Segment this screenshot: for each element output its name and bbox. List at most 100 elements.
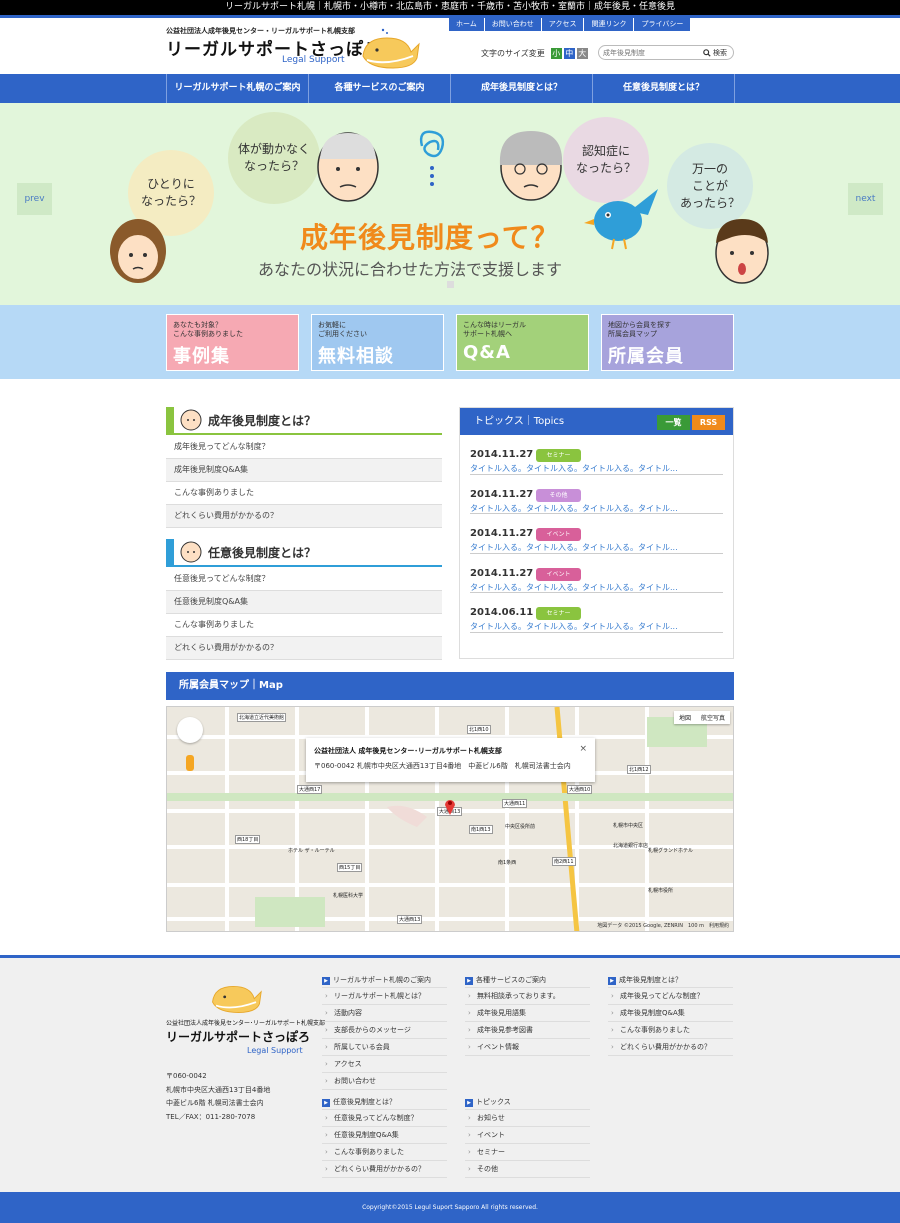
seinen-link-list: 成年後見ってどんな制度？ 成年後見制度Q&A集 こんな事例ありました どれくらい… (166, 436, 442, 528)
map-place-label: 大通西11 (502, 799, 528, 808)
util-nav-privacy[interactable]: プライバシー (634, 18, 690, 31)
map-type-map-button[interactable]: 地図 (674, 711, 696, 724)
site-logo-text[interactable]: リーガルサポートさっぽろ (166, 35, 382, 60)
nini-link-what[interactable]: 任意後見ってどんな制度？ (166, 568, 442, 591)
topic-item: 2014.11.27 セミナー タイトル入る。タイトル入る。タイトル入る。タイト… (470, 435, 723, 475)
close-icon[interactable]: × (579, 744, 587, 754)
whale-logo-icon[interactable] (357, 26, 423, 72)
slider-prev-button[interactable]: prev (17, 183, 52, 215)
map-place-label: 札幌市役所 (648, 888, 674, 894)
footer-link[interactable]: イベント (465, 1127, 590, 1144)
banner-free-consultation[interactable]: お気軽に ご利用ください 無料相談 (311, 314, 444, 371)
footer-link[interactable]: 所属している会員 (322, 1039, 447, 1056)
font-size-medium-button[interactable]: 中 (563, 48, 575, 59)
nini-link-qa[interactable]: 任意後見制度Q&A集 (166, 591, 442, 614)
nini-link-cases[interactable]: こんな事例ありました (166, 614, 442, 637)
footer-link[interactable]: 成年後見用語集 (465, 1005, 590, 1022)
footer-link[interactable]: セミナー (465, 1144, 590, 1161)
seinen-link-qa[interactable]: 成年後見制度Q&A集 (166, 459, 442, 482)
seinen-link-cases[interactable]: こんな事例ありました (166, 482, 442, 505)
map-section-heading: 所属会員マップ｜Map (166, 672, 734, 700)
footer-link[interactable]: お問い合わせ (322, 1073, 447, 1090)
seinen-link-what[interactable]: 成年後見ってどんな制度？ (166, 436, 442, 459)
hero-title: 成年後見制度って？ (300, 221, 560, 254)
banner-members-caption: 地図から会員を探す 所属会員マップ (608, 321, 671, 338)
topic-category-badge: その他 (536, 488, 581, 502)
topic-title-link[interactable]: タイトル入る。タイトル入る。タイトル入る。タイトル... (470, 582, 678, 593)
topic-title-link[interactable]: タイトル入る。タイトル入る。タイトル入る。タイトル... (470, 542, 678, 553)
topics-panel: トピックス｜Topics 一覧 RSS 2014.11.27 セミナー タイトル… (459, 407, 734, 659)
seinen-link-cost[interactable]: どれくらい費用がかかるの？ (166, 505, 442, 528)
search-icon (703, 48, 711, 57)
footer-col-heading[interactable]: リーガルサポート札幌のご案内 (322, 973, 447, 988)
search-input[interactable] (603, 48, 701, 57)
font-size-small-button[interactable]: 小 (550, 48, 562, 59)
map-marker-icon[interactable] (444, 797, 456, 815)
footer-link[interactable]: リーガルサポート札幌とは？ (322, 988, 447, 1005)
footer-link[interactable]: 成年後見参考図書 (465, 1022, 590, 1039)
topic-title-link[interactable]: タイトル入る。タイトル入る。タイトル入る。タイトル... (470, 463, 678, 474)
util-nav-links[interactable]: 関連リンク (584, 18, 635, 31)
street-view-pegman-icon[interactable] (186, 755, 194, 771)
nini-link-cost[interactable]: どれくらい費用がかかるの？ (166, 637, 442, 660)
map-type-satellite-button[interactable]: 航空写真 (696, 711, 730, 724)
topics-list-button[interactable]: 一覧 (657, 415, 690, 430)
util-nav-access[interactable]: アクセス (542, 18, 585, 31)
map-place-label: 北海道銀行本店 (613, 843, 649, 849)
rss-button[interactable]: RSS (692, 415, 725, 430)
map-place-label: 北1西12 (627, 765, 651, 774)
topic-title-link[interactable]: タイトル入る。タイトル入る。タイトル入る。タイトル... (470, 503, 678, 514)
slider-pagination-dot[interactable] (447, 281, 454, 288)
confused-scribble-icon (419, 130, 445, 186)
footer-link[interactable]: どれくらい費用がかかるの？ (322, 1161, 447, 1178)
util-nav-contact[interactable]: お問い合わせ (485, 18, 542, 31)
footer-link[interactable]: 無料相談承っております。 (465, 988, 590, 1005)
footer-link[interactable]: イベント情報 (465, 1039, 590, 1056)
member-map[interactable]: 北海道立近代美術館 大通西17 大通西13 大通西11 大通西10 南1西13 … (166, 706, 734, 932)
footer-link[interactable]: 成年後見制度Q&A集 (608, 1005, 733, 1022)
map-pan-control[interactable] (177, 717, 203, 743)
gnav-about[interactable]: リーガルサポート札幌のご案内 (167, 74, 309, 103)
footer-link[interactable]: 成年後見ってどんな制度？ (608, 988, 733, 1005)
footer-link[interactable]: こんな事例ありました (322, 1144, 447, 1161)
search-button[interactable]: 検索 (703, 48, 727, 58)
map-place-label: 札幌市中央区 (613, 823, 644, 829)
footer-link[interactable]: 任意後見ってどんな制度？ (322, 1110, 447, 1127)
footer-link[interactable]: こんな事例ありました (608, 1022, 733, 1039)
util-nav-home[interactable]: ホーム (449, 18, 485, 31)
map-place-label: 大通西17 (297, 785, 323, 794)
footer-link[interactable]: 任意後見制度Q&A集 (322, 1127, 447, 1144)
footer-link[interactable]: その他 (465, 1161, 590, 1178)
footer-link[interactable]: アクセス (322, 1056, 447, 1073)
map-place-label: 南1西13 (469, 825, 493, 834)
gnav-seinen[interactable]: 成年後見制度とは？ (451, 74, 593, 103)
footer-col-seinen: 成年後見制度とは？ 成年後見ってどんな制度？ 成年後見制度Q&A集 こんな事例あ… (608, 973, 733, 1056)
seinen-section-heading: 成年後見制度とは？ (166, 407, 442, 435)
footer-col-heading[interactable]: トピックス (465, 1095, 590, 1110)
footer-col-heading[interactable]: 成年後見制度とは？ (608, 973, 733, 988)
footer-col-heading[interactable]: 各種サービスのご案内 (465, 973, 590, 988)
footer-logo-text[interactable]: リーガルサポートさっぽろ (166, 1028, 310, 1045)
footer-link[interactable]: お知らせ (465, 1110, 590, 1127)
gnav-services[interactable]: 各種サービスのご案内 (309, 74, 451, 103)
topic-title-link[interactable]: タイトル入る。タイトル入る。タイトル入る。タイトル... (470, 621, 678, 632)
footer-link[interactable]: どれくらい費用がかかるの？ (608, 1039, 733, 1056)
map-place-label: 札幌医科大学 (333, 893, 364, 899)
banner-qa[interactable]: こんな時はリーガル サポート札幌へ Q&A (456, 314, 589, 371)
hero-bubble-body: 体が動かなく なったら？ (228, 112, 320, 204)
copyright-text: Copyright©2015 Legul Suport Sapporo All … (362, 1204, 538, 1211)
map-place-label: 大通西10 (567, 785, 593, 794)
footer-col-heading[interactable]: 任意後見制度とは？ (322, 1095, 447, 1110)
footer-link[interactable]: 支部長からのメッセージ (322, 1022, 447, 1039)
map-place-label: 西15丁目 (337, 863, 363, 872)
footer-whale-logo-icon[interactable] (206, 976, 266, 1016)
slider-next-button[interactable]: next (848, 183, 883, 215)
map-place-label: 大通西13 (397, 915, 423, 924)
footer-link[interactable]: 活動内容 (322, 1005, 447, 1022)
gnav-nini[interactable]: 任意後見制度とは？ (593, 74, 735, 103)
font-size-large-button[interactable]: 大 (576, 48, 588, 59)
banner-members[interactable]: 地図から会員を探す 所属会員マップ 所属会員 (601, 314, 734, 371)
footer-col-topics: トピックス お知らせ イベント セミナー その他 (465, 1095, 590, 1178)
banner-case-studies[interactable]: あなたも対象？ こんな事例ありました 事例集 (166, 314, 299, 371)
top-info-text: リーガルサポート札幌｜札幌市・小樽市・北広島市・恵庭市・千歳市・苫小牧市・室蘭市… (224, 2, 675, 12)
